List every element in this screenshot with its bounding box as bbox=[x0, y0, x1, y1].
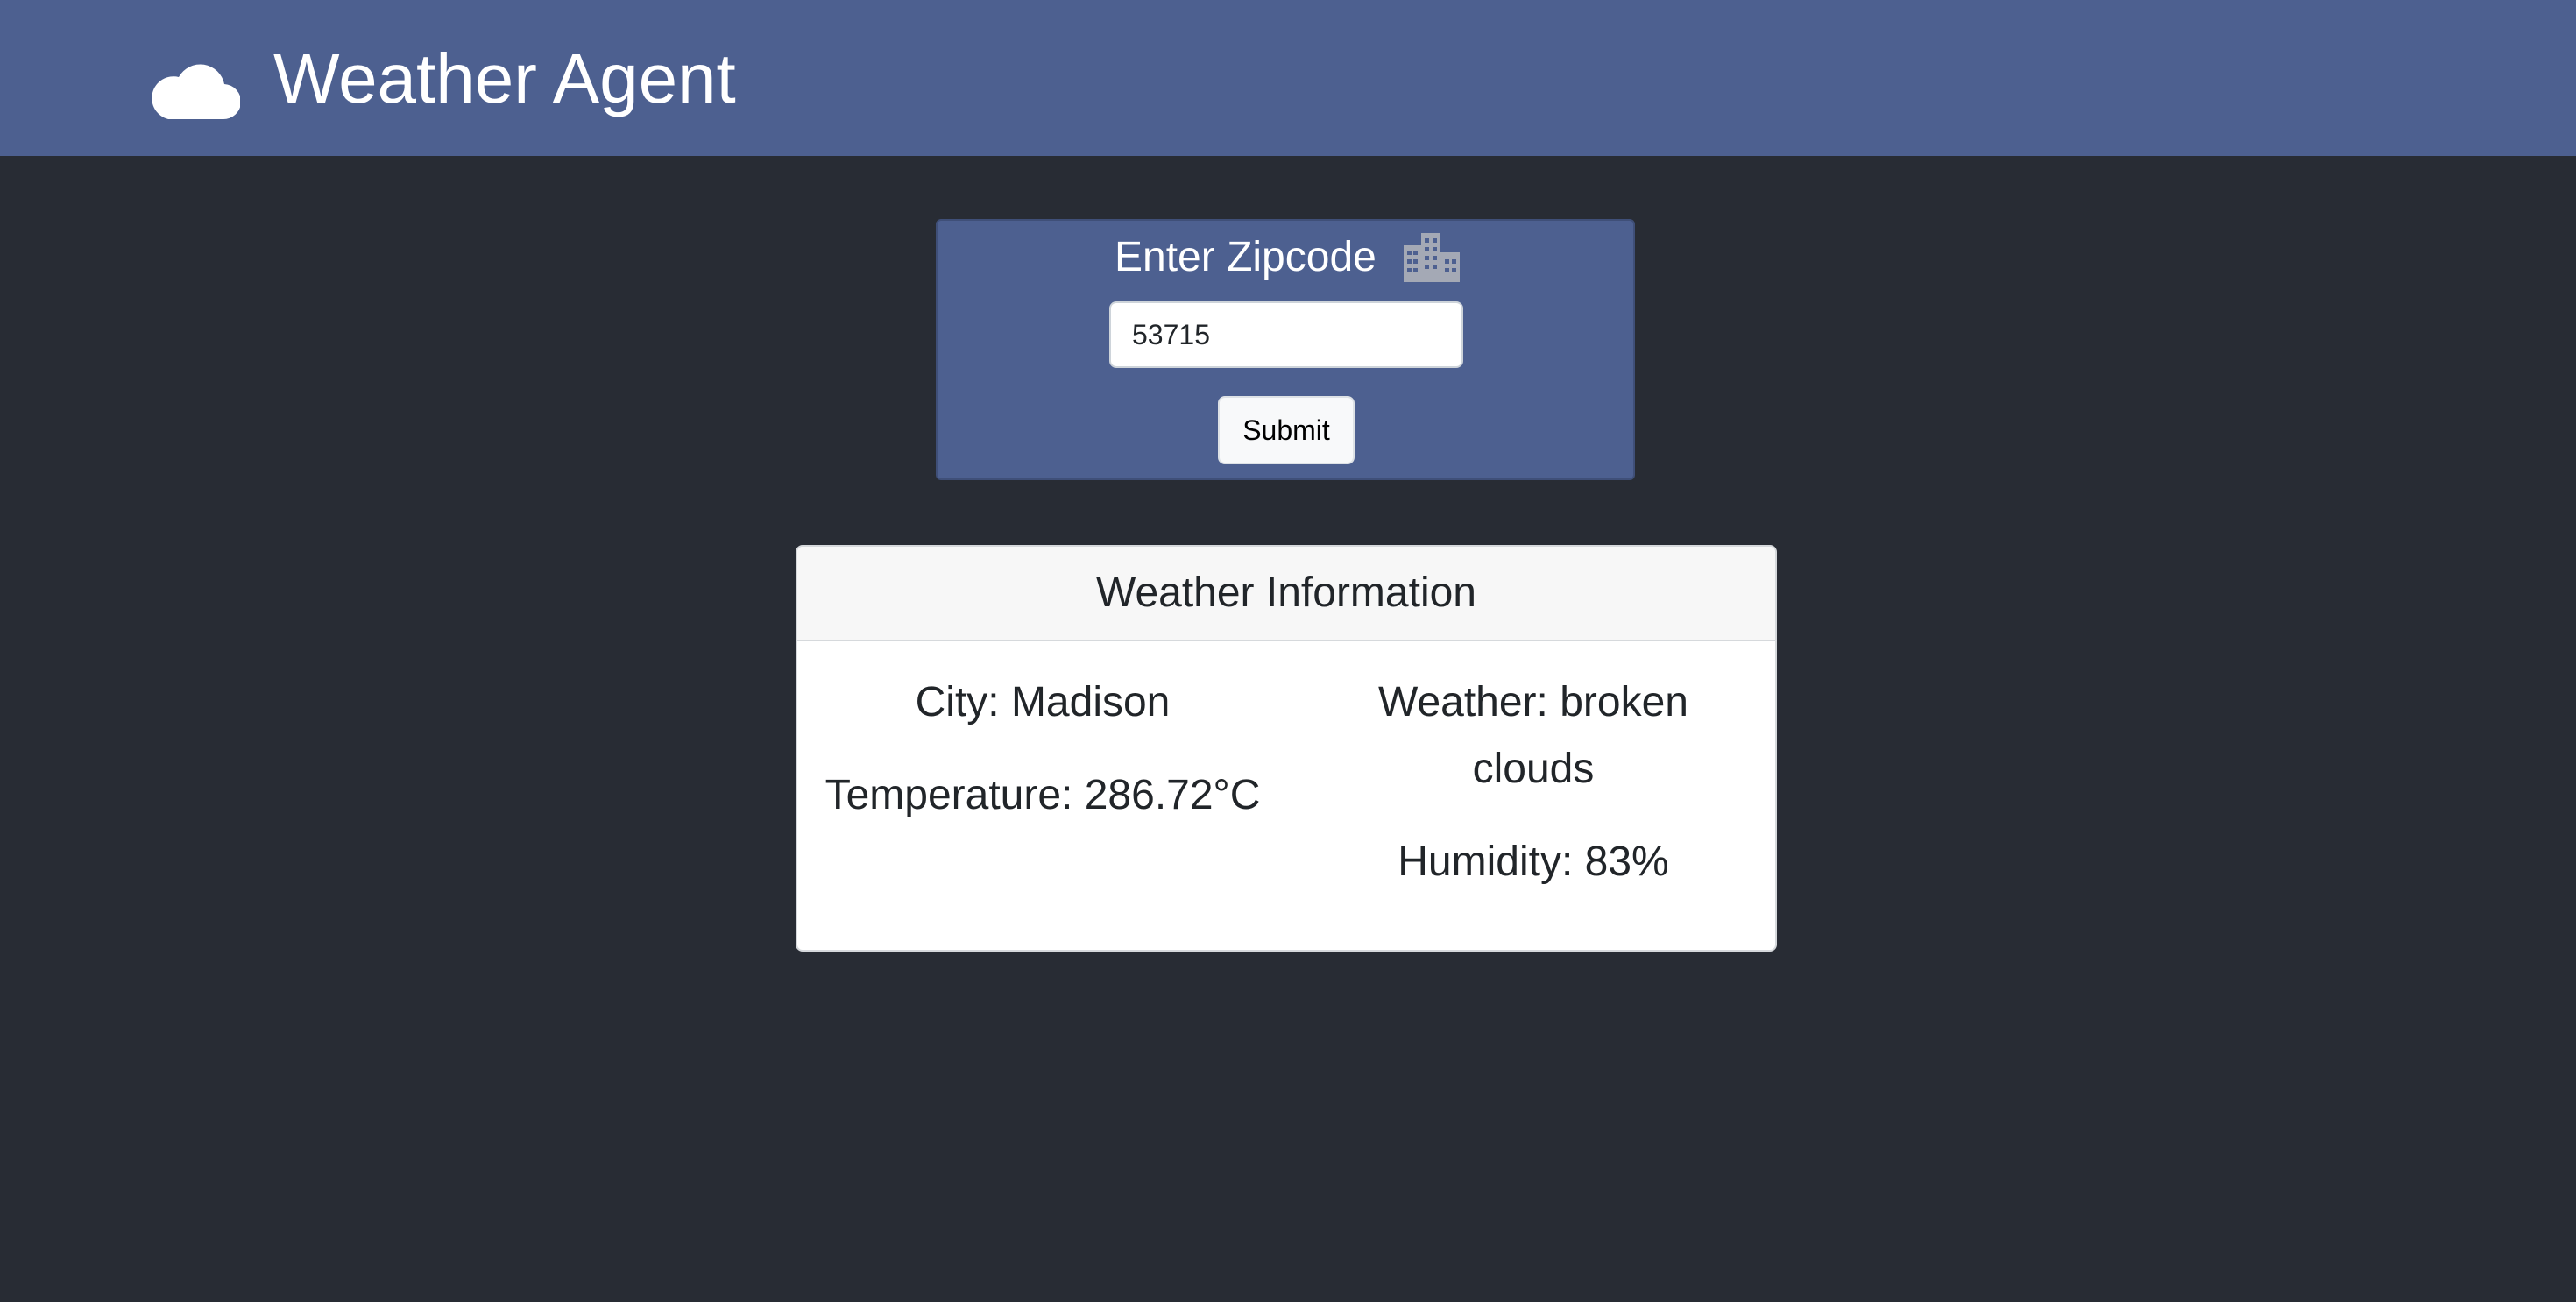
zipcode-input[interactable] bbox=[1109, 301, 1463, 368]
city-text: City: Madison bbox=[915, 679, 1171, 725]
weather-right-column: Weather: broken clouds Humidity: 83% bbox=[1288, 669, 1775, 922]
card-header: Weather Information bbox=[797, 547, 1775, 641]
humidity-text: Humidity: 83% bbox=[1398, 839, 1669, 885]
building-icon bbox=[1404, 233, 1460, 282]
cloud-icon bbox=[152, 64, 240, 120]
weather-left-column: City: Madison Temperature: 286.72°C bbox=[797, 669, 1288, 855]
app-header: Weather Agent bbox=[0, 0, 2576, 156]
weather-condition-text: Weather: broken clouds bbox=[1378, 679, 1688, 792]
zipcode-label: Enter Zipcode bbox=[1115, 234, 1376, 280]
zipcode-form: Enter Zipcode Submit bbox=[936, 219, 1635, 480]
app-title: Weather Agent bbox=[273, 39, 736, 117]
weather-information-card: Weather Information City: Madison Temper… bbox=[796, 545, 1777, 952]
card-title: Weather Information bbox=[1096, 570, 1476, 616]
temperature-text: Temperature: 286.72°C bbox=[824, 772, 1261, 818]
submit-button[interactable]: Submit bbox=[1218, 396, 1355, 464]
